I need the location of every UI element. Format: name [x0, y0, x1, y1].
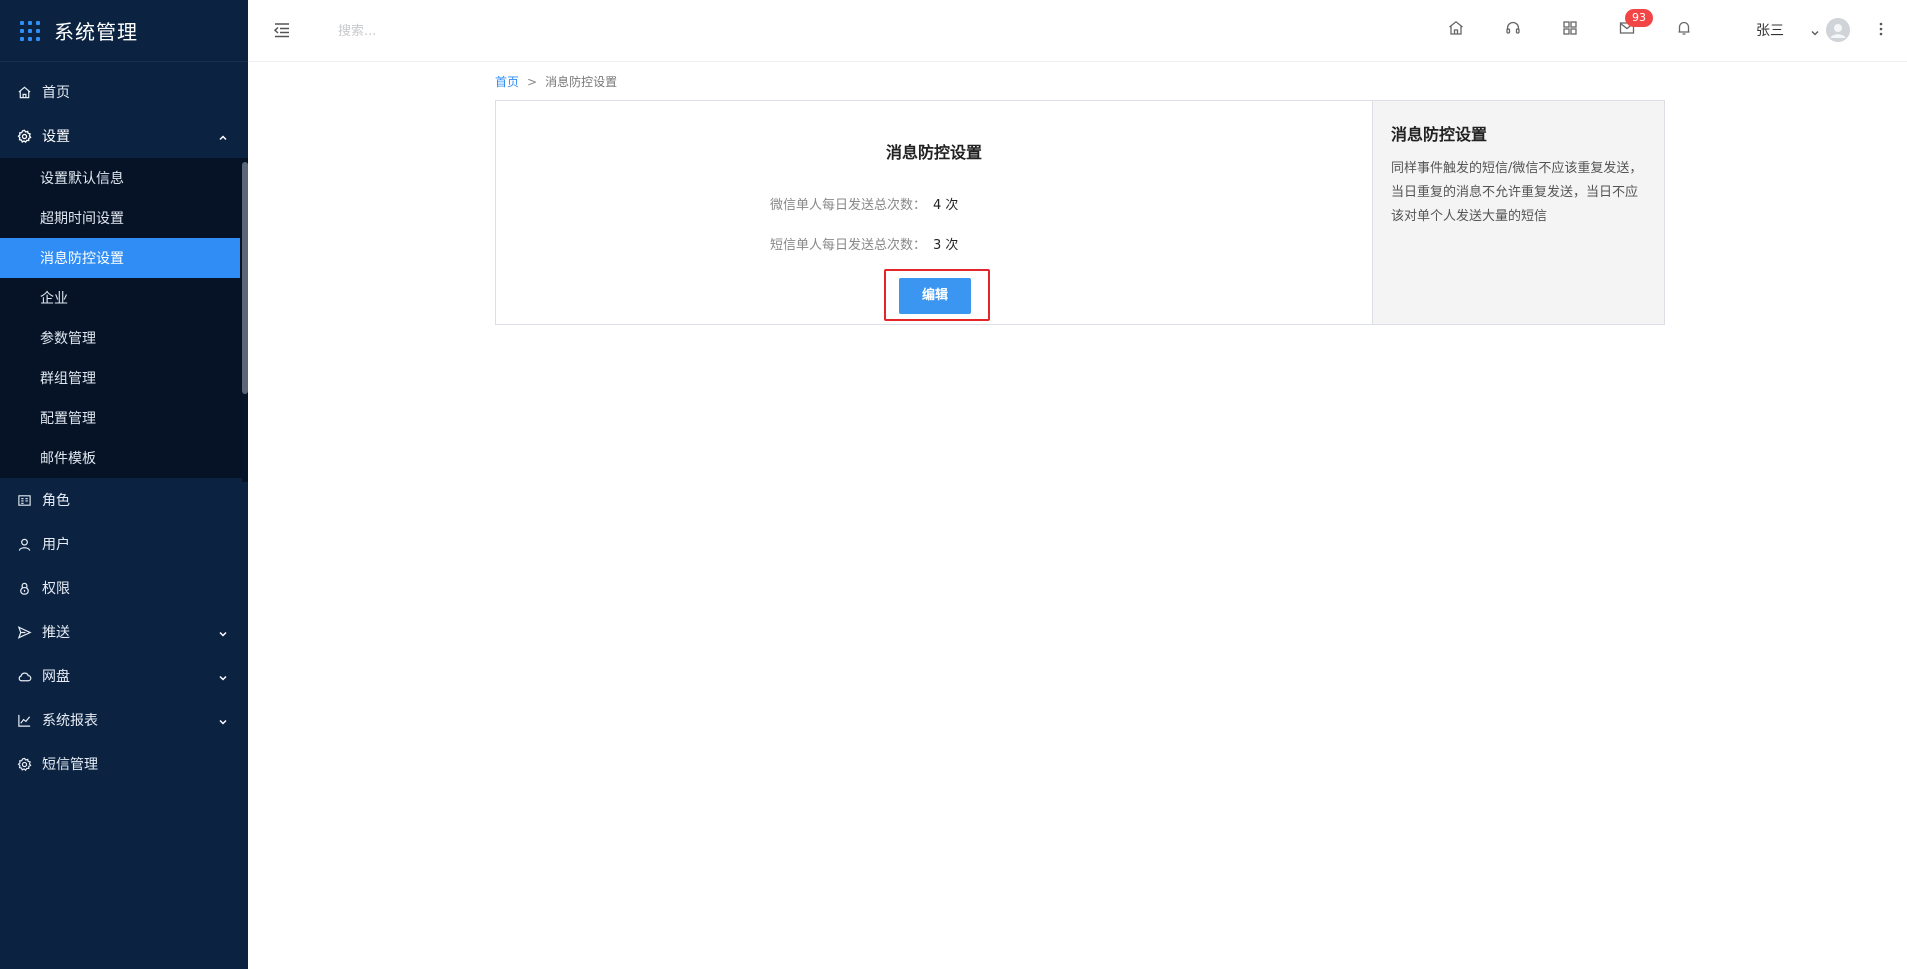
sidebar-item-roles[interactable]: 角色 — [0, 478, 248, 522]
sidebar-item-label: 网盘 — [42, 669, 70, 685]
username[interactable]: 张三 — [1756, 20, 1784, 40]
sidebar-item-users[interactable]: 用户 — [0, 522, 248, 566]
sidebar-scrollbar[interactable] — [242, 162, 248, 482]
brand: 系统管理 — [0, 0, 248, 62]
home-icon[interactable] — [1447, 19, 1465, 37]
breadcrumb-current: 消息防控设置 — [545, 75, 618, 89]
top-header: 93 张三 — [248, 0, 1907, 62]
sidebar-item-reports[interactable]: 系统报表 — [0, 698, 248, 742]
lock-icon — [16, 580, 32, 596]
headset-icon[interactable] — [1504, 19, 1522, 37]
app-title: 系统管理 — [54, 20, 138, 44]
mail-badge: 93 — [1625, 9, 1653, 27]
submenu-item-params[interactable]: 参数管理 — [0, 318, 248, 358]
sidebar-item-label: 首页 — [42, 85, 70, 101]
sidebar-item-push[interactable]: 推送 — [0, 610, 248, 654]
avatar[interactable] — [1826, 18, 1850, 42]
sidebar-item-label: 设置 — [42, 129, 70, 145]
submenu-item-timeout[interactable]: 超期时间设置 — [0, 198, 248, 238]
menu-toggle-icon[interactable] — [272, 20, 292, 40]
page-title: 消息防控设置 — [885, 143, 982, 162]
settings-submenu: 设置默认信息 超期时间设置 消息防控设置 企业 参数管理 群组管理 配置管理 邮… — [0, 158, 248, 478]
user-icon — [16, 536, 32, 552]
gear-icon — [16, 128, 32, 144]
cloud-icon — [16, 668, 32, 684]
breadcrumb: 首页 > 消息防控设置 — [495, 73, 617, 90]
chevron-down-icon[interactable] — [1810, 23, 1820, 36]
settings-card: 消息防控设置 微信单人每日发送总次数： 4 次 短信单人每日发送总次数： 3 次… — [495, 100, 1665, 325]
sidebar-item-label: 角色 — [42, 493, 70, 509]
scrollbar-thumb[interactable] — [242, 162, 248, 394]
submenu-item-enterprise[interactable]: 企业 — [0, 278, 248, 318]
more-vertical-icon[interactable] — [1878, 19, 1884, 39]
submenu-item-config[interactable]: 配置管理 — [0, 398, 248, 438]
sidebar-item-cloud-drive[interactable]: 网盘 — [0, 654, 248, 698]
info-panel: 消息防控设置 同样事件触发的短信/微信不应该重复发送，当日重复的消息不允许重复发… — [1372, 101, 1664, 324]
info-description: 同样事件触发的短信/微信不应该重复发送，当日重复的消息不允许重复发送，当日不应该… — [1391, 161, 1643, 224]
sidebar: 系统管理 首页 设置 设置默认信息 超期时间设置 消息防控设置 企业 参数管理 … — [0, 0, 248, 969]
sidebar-item-permissions[interactable]: 权限 — [0, 566, 248, 610]
info-title: 消息防控设置 — [1391, 125, 1488, 144]
chevron-down-icon — [218, 627, 228, 637]
wechat-limit-label: 微信单人每日发送总次数： — [769, 198, 926, 213]
home-icon — [16, 84, 32, 100]
sidebar-item-home[interactable]: 首页 — [0, 70, 248, 114]
submenu-item-mail-template[interactable]: 邮件模板 — [0, 438, 248, 478]
bell-icon[interactable] — [1675, 19, 1693, 37]
chart-icon — [16, 712, 32, 728]
sidebar-item-label: 推送 — [42, 625, 70, 641]
gear-icon — [16, 756, 32, 772]
sidebar-item-settings[interactable]: 设置 — [0, 114, 248, 158]
submenu-item-groups[interactable]: 群组管理 — [0, 358, 248, 398]
search-input[interactable] — [338, 20, 598, 42]
sms-limit-label: 短信单人每日发送总次数： — [769, 238, 926, 253]
sidebar-item-label: 系统报表 — [42, 713, 98, 729]
sidebar-item-label: 权限 — [42, 581, 70, 597]
submenu-item-default-info[interactable]: 设置默认信息 — [0, 158, 248, 198]
submenu-item-message-control[interactable]: 消息防控设置 — [0, 238, 240, 278]
chevron-down-icon — [218, 715, 228, 725]
breadcrumb-separator: > — [527, 74, 538, 89]
sidebar-item-label: 短信管理 — [42, 757, 98, 773]
role-icon — [16, 492, 32, 508]
send-icon — [16, 624, 32, 640]
edit-button[interactable]: 编辑 — [899, 278, 971, 314]
breadcrumb-home-link[interactable]: 首页 — [495, 73, 519, 90]
sms-limit-value: 3 次 — [933, 238, 959, 253]
sidebar-item-sms[interactable]: 短信管理 — [0, 742, 248, 786]
grid-icon[interactable] — [1561, 19, 1579, 37]
apps-grid-icon[interactable] — [20, 20, 40, 41]
settings-panel: 消息防控设置 微信单人每日发送总次数： 4 次 短信单人每日发送总次数： 3 次… — [496, 101, 1372, 324]
sidebar-item-label: 用户 — [42, 537, 70, 553]
chevron-down-icon — [218, 671, 228, 681]
chevron-up-icon — [218, 131, 228, 141]
wechat-limit-value: 4 次 — [933, 198, 959, 213]
